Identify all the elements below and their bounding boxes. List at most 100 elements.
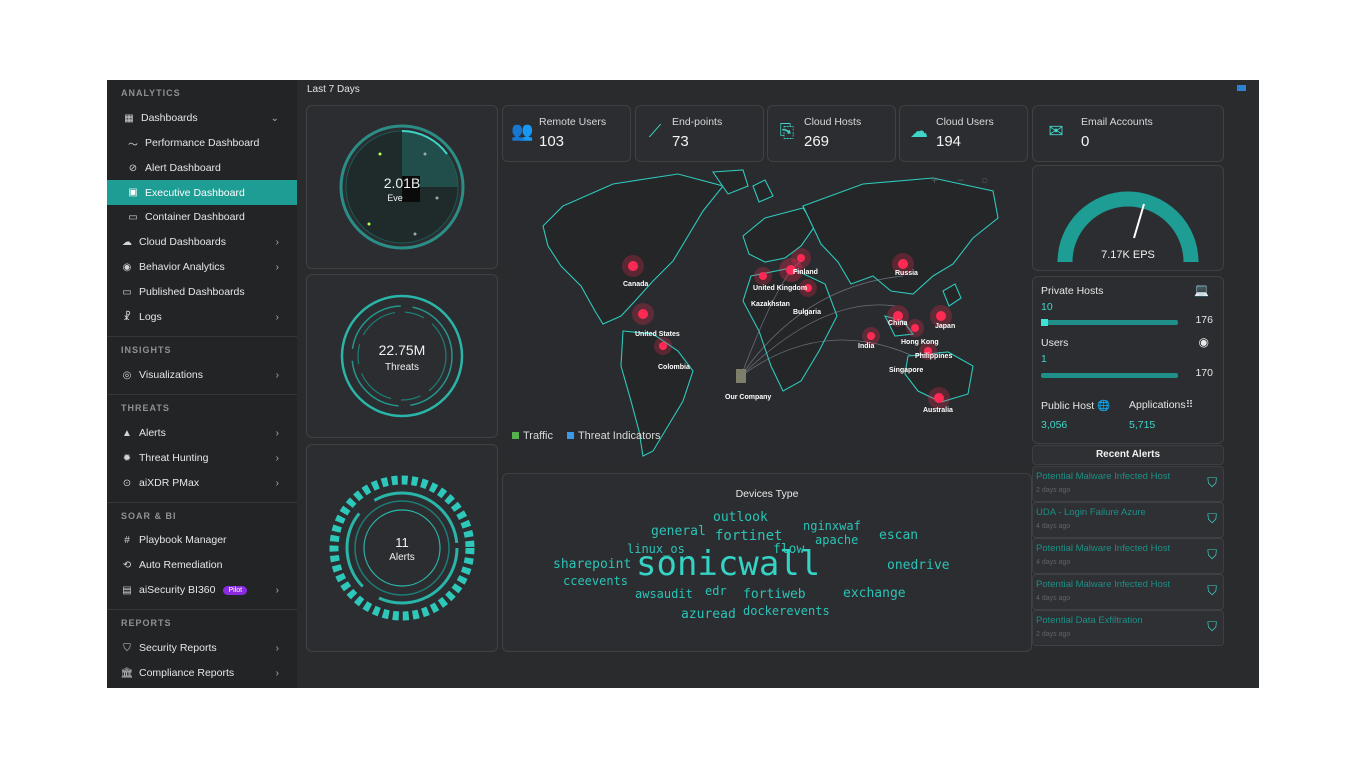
word-awsaudit: awsaudit: [635, 587, 693, 601]
alert-item[interactable]: Potential Malware Infected Host 4 days a…: [1032, 574, 1224, 610]
word-edr: edr: [705, 584, 727, 598]
section-threats: THREATS: [121, 403, 170, 413]
map-reset[interactable]: ○: [981, 173, 988, 187]
alert-item[interactable]: Potential Data Exfiltration 2 days ago ⛉: [1032, 610, 1224, 646]
map-label-japan: Japan: [935, 323, 955, 330]
events-label: Eve: [387, 193, 403, 203]
nav-threat-hunting[interactable]: ✹ Threat Hunting ›: [107, 447, 297, 469]
nav-aixdr-pmax[interactable]: ⊙ aiXDR PMax ›: [107, 472, 297, 494]
users-bar: [1041, 373, 1178, 378]
word-azuread: azuread: [681, 607, 736, 622]
chevron-right-icon: ›: [275, 427, 279, 439]
threats-gauge: 22.75M Threats: [340, 294, 464, 418]
nav-bi360-label: aiSecurity BI360: [139, 584, 216, 596]
legend-traffic[interactable]: Traffic: [512, 430, 553, 442]
nav-performance-dashboard[interactable]: 〜 Performance Dashboard: [107, 132, 297, 154]
map-label-russia: Russia: [895, 270, 918, 277]
map-legend: Traffic Threat Indicators: [512, 430, 661, 442]
nav-playbook-label: Playbook Manager: [139, 534, 227, 546]
flag-icon[interactable]: [1237, 85, 1246, 91]
nav-alerts-label: Alerts: [139, 427, 166, 439]
stat-value: 103: [539, 133, 565, 150]
section-analytics: ANALYTICS: [121, 88, 181, 98]
user-circle-icon: ◉: [1198, 335, 1209, 349]
container-icon: ▭: [128, 211, 138, 223]
nav-compliance-reports[interactable]: 🏛 Compliance Reports ›: [107, 662, 297, 684]
target-icon: ⊙: [122, 477, 132, 489]
map-zoom-in[interactable]: +: [931, 173, 938, 187]
map-label-united-states: United States: [635, 331, 680, 338]
shield-icon: ⛉: [1207, 619, 1217, 634]
stat-value: 0: [1081, 133, 1090, 150]
nav-executive-dashboard[interactable]: ▣ Executive Dashboard: [107, 180, 297, 205]
laptop-icon: 💻: [1194, 283, 1209, 297]
divider: [107, 502, 297, 503]
shield-icon: ⛉: [1207, 583, 1217, 598]
private-hosts-bar: [1041, 319, 1178, 326]
word-apache: apache: [815, 533, 859, 547]
alert-time: 2 days ago: [1036, 487, 1071, 494]
eps-panel: 7.17K EPS: [1032, 165, 1224, 271]
nav-published-dashboards[interactable]: ▭ Published Dashboards: [107, 281, 297, 303]
alert-item[interactable]: UDA - Login Failure Azure 4 days ago ⛉: [1032, 502, 1224, 538]
map-zoom-out[interactable]: −: [957, 173, 964, 187]
nav-remediation-label: Auto Remediation: [139, 559, 223, 571]
nav-security-reports[interactable]: ⛉ Security Reports ›: [107, 637, 297, 659]
chevron-right-icon: ›: [275, 667, 279, 679]
chevron-right-icon: ›: [275, 642, 279, 654]
nav-cloud-dashboards[interactable]: ☁ Cloud Dashboards ›: [107, 231, 297, 253]
stat-value: 269: [804, 133, 830, 150]
alert-item[interactable]: Potential Malware Infected Host 2 days a…: [1032, 466, 1224, 502]
alert-time: 4 days ago: [1036, 559, 1071, 566]
events-gauge: 2.01B Eve: [339, 124, 465, 250]
applications-value: 5,715: [1129, 419, 1156, 431]
cloud-hosts-icon: ⎘: [779, 121, 795, 141]
nav-playbook-manager[interactable]: # Playbook Manager: [107, 529, 297, 551]
chevron-right-icon: ›: [275, 477, 279, 489]
stat-cloud-users[interactable]: ☁ Cloud Users 194: [899, 105, 1028, 162]
stat-cloud-hosts[interactable]: ⎘ Cloud Hosts 269: [767, 105, 896, 162]
stat-end-points[interactable]: ⟋ End-points 73: [635, 105, 764, 162]
stat-label: Cloud Users: [936, 116, 994, 128]
threats-value: 22.75M: [379, 342, 426, 358]
stat-label: Cloud Hosts: [804, 116, 862, 128]
stat-label: End-points: [672, 116, 723, 128]
nav-dashboards[interactable]: ▦ Dashboards ⌄: [107, 107, 297, 129]
nav-behavior-analytics[interactable]: ◉ Behavior Analytics ›: [107, 256, 297, 278]
recent-alerts-panel: Recent Alerts Potential Malware Infected…: [1032, 445, 1224, 650]
stat-email-accounts[interactable]: ✉ Email Accounts 0: [1032, 105, 1224, 162]
map-label-bulgaria: Bulgaria: [793, 309, 821, 316]
private-hosts-fill: [1041, 319, 1048, 326]
nav-container-dashboard[interactable]: ▭ Container Dashboard: [107, 206, 297, 228]
warning-icon: ▲: [122, 427, 132, 439]
legend-threat-indicators[interactable]: Threat Indicators: [566, 430, 661, 442]
users-total: 170: [1195, 367, 1213, 379]
nav-visualizations[interactable]: ◎ Visualizations ›: [107, 364, 297, 386]
nav-security-reports-label: Security Reports: [139, 642, 217, 654]
alerts-value: 11: [395, 535, 409, 550]
chevron-right-icon: ›: [275, 452, 279, 464]
pilot-badge: Pilot: [223, 585, 248, 595]
stat-remote-users[interactable]: 👥 Remote Users 103: [502, 105, 631, 162]
world-map: Canada United States Colombia United Kin…: [542, 169, 999, 457]
hash-icon: #: [124, 534, 130, 546]
nav-auto-remediation[interactable]: ⟲ Auto Remediation: [107, 554, 297, 576]
alerts-gauge-panel: 11 Alerts: [306, 444, 498, 652]
cloud-icon: ☁: [122, 236, 132, 248]
map-label-finland: Finland: [793, 269, 818, 276]
logs-icon: ☧: [123, 311, 131, 323]
nav-aixdr-label: aiXDR PMax: [139, 477, 200, 489]
hosts-panel: Private Hosts 💻 10 176 Users ◉ 1 170 Pub…: [1032, 276, 1224, 444]
map-label-kazakhstan: Kazakhstan: [751, 301, 790, 308]
users-icon: 👥: [511, 121, 534, 141]
alert-item[interactable]: Potential Malware Infected Host 4 days a…: [1032, 538, 1224, 574]
nav-alert-dashboard[interactable]: ⊘ Alert Dashboard: [107, 157, 297, 179]
alert-time: 4 days ago: [1036, 523, 1071, 530]
nav-logs[interactable]: ☧ Logs ›: [107, 306, 297, 328]
nav-alerts[interactable]: ▲ Alerts ›: [107, 422, 297, 444]
time-range[interactable]: Last 7 Days: [307, 84, 360, 95]
nav-aisecurity-bi360[interactable]: ▤ aiSecurity BI360 Pilot ›: [107, 579, 297, 601]
monitor-icon: ▭: [122, 286, 132, 298]
map-label-australia: Australia: [923, 407, 953, 414]
divider: [107, 336, 297, 337]
